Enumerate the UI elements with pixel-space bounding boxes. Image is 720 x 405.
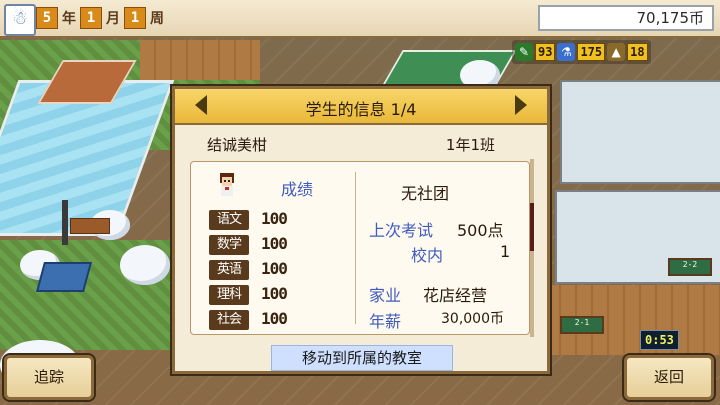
snow-pile	[120, 245, 170, 285]
pencil-icon: ✎	[515, 43, 533, 61]
last-exam-value: 500点	[457, 221, 504, 240]
game-date: 5 年 1 月 1 周	[36, 5, 526, 31]
classroom	[560, 80, 720, 184]
dialog-header: 学生的信息 1/4	[175, 89, 547, 125]
money-display: 70,175币	[538, 5, 714, 31]
annual-income-value: 30,000币	[441, 311, 504, 327]
month-value: 1	[80, 7, 102, 29]
subject-score: 100	[261, 284, 288, 303]
subject-score: 100	[261, 309, 288, 328]
grades-label: 成绩	[281, 180, 314, 199]
scroll-thumb[interactable]	[530, 203, 534, 251]
info-panel: 成绩 语文 100 数学 100 英语 100 理科 100 社会 100 无社…	[190, 161, 530, 335]
street-lamp	[62, 200, 68, 245]
subject-score: 100	[261, 259, 288, 278]
wooden-floor	[140, 40, 260, 80]
last-exam-label: 上次考试	[369, 221, 434, 240]
subject-score: 100	[261, 234, 288, 253]
bench	[70, 218, 110, 234]
subject-label: 社会	[209, 310, 249, 330]
annual-income-label: 年薪	[369, 312, 402, 331]
info-scrollbar[interactable]	[530, 159, 534, 337]
stat-value: 18	[627, 43, 648, 61]
subject-label: 英语	[209, 260, 249, 280]
weight-icon: ▲	[607, 43, 626, 61]
flask-icon: ⚗	[557, 43, 576, 61]
student-info-dialog: 学生的信息 1/4 结诚美柑 1年1班 成绩 语文 100 数学 100 英语 …	[172, 86, 550, 374]
year-value: 5	[36, 7, 58, 29]
stat-pencil: ✎ 93	[515, 43, 556, 61]
dialog-title: 学生的信息 1/4	[305, 100, 417, 119]
snowman-icon[interactable]: ☃	[4, 4, 36, 36]
column-divider	[355, 172, 356, 324]
resource-stats: ✎ 93 ⚗ 175 ▲ 18	[512, 40, 651, 64]
top-bar: ☃ 5 年 1 月 1 周 70,175币	[0, 0, 720, 38]
stat-weight: ▲ 18	[607, 43, 648, 61]
week-value: 1	[124, 7, 146, 29]
subject-label: 理科	[209, 285, 249, 305]
school-rank-label: 校内	[411, 246, 444, 265]
subject-label: 语文	[209, 210, 249, 230]
classroom-sign: 2-2	[668, 258, 712, 276]
next-student-arrow-icon[interactable]	[515, 95, 527, 115]
subject-label: 数学	[209, 235, 249, 255]
family-business-value: 花店经营	[423, 286, 488, 305]
gazebo-roof	[35, 262, 93, 292]
student-class: 1年1班	[445, 136, 495, 154]
school-rank-value: 1	[500, 242, 511, 261]
stat-value: 175	[577, 43, 606, 61]
week-unit: 周	[150, 11, 164, 27]
stat-value: 93	[535, 43, 556, 61]
clock-display: 0:53	[640, 330, 679, 350]
move-to-classroom-button[interactable]: 移动到所属的教室	[271, 345, 453, 371]
year-unit: 年	[62, 11, 76, 27]
stat-flask: ⚗ 175	[557, 43, 606, 61]
month-unit: 月	[106, 11, 120, 27]
student-name: 结诚美柑	[207, 136, 268, 154]
classroom-sign: 2-1	[560, 316, 604, 334]
subject-score: 100	[261, 209, 288, 228]
student-portrait-icon	[220, 173, 234, 196]
back-button[interactable]: 返回	[624, 355, 714, 400]
club-value: 无社团	[401, 184, 450, 203]
family-business-label: 家业	[369, 286, 402, 305]
track-button[interactable]: 追踪	[4, 355, 94, 400]
